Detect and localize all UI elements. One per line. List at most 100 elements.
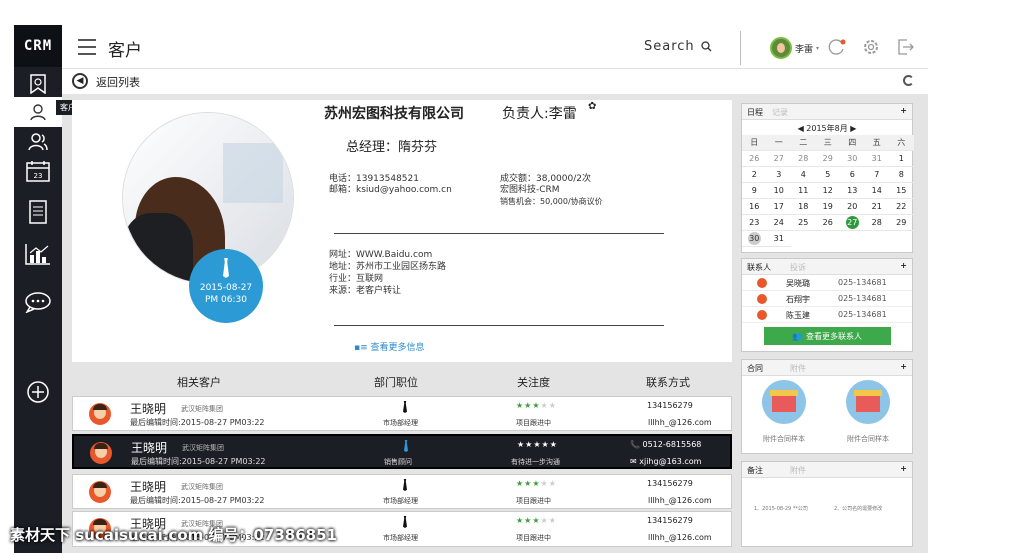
contracts-panel: 合同 附件 + 附件合同样本 附件合同样本 <box>741 359 913 454</box>
industry-info: 行业：互联网 <box>329 274 384 284</box>
calendar-day[interactable]: 5 <box>815 167 840 183</box>
menu-icon[interactable] <box>78 39 96 60</box>
calendar-day[interactable]: 31 <box>864 151 889 167</box>
tab-complaints[interactable]: 投诉 <box>790 262 806 273</box>
tab-contracts[interactable]: 合同 <box>747 363 763 374</box>
calendar-day[interactable]: 6 <box>840 167 865 183</box>
settings-icon[interactable]: ✿ <box>588 101 596 112</box>
calendar-day[interactable]: 23 <box>742 215 767 231</box>
calendar-day[interactable]: 29 <box>815 151 840 167</box>
calendar-day[interactable]: 30 <box>840 151 865 167</box>
rating-stars: ★★★★★ <box>516 516 557 525</box>
tab-records[interactable]: 记录 <box>772 107 788 118</box>
calendar-day[interactable]: 24 <box>766 215 791 231</box>
calendar-day[interactable]: 27 <box>766 151 791 167</box>
notification-icon[interactable] <box>828 38 846 56</box>
contract-file[interactable]: 附件合同样本 <box>754 380 814 444</box>
bookmark-nav-button[interactable] <box>14 69 62 99</box>
calendar-day[interactable]: 30 <box>742 231 767 247</box>
crm-logo: CRM <box>14 25 62 67</box>
calendar-day-today[interactable]: 27 <box>840 215 865 231</box>
bookmark-icon <box>30 74 46 94</box>
top-bar: 客户 Search 李雷 ▾ <box>62 25 928 69</box>
user-menu[interactable]: 李雷 ▾ <box>770 37 819 59</box>
department: 市场部经理 <box>383 419 418 427</box>
calendar-day[interactable]: 28 <box>791 151 816 167</box>
logout-icon[interactable] <box>896 38 914 56</box>
add-icon[interactable]: + <box>900 106 907 115</box>
calendar-day[interactable]: 29 <box>889 215 914 231</box>
contacts-nav-button[interactable] <box>14 127 62 157</box>
report-nav-button[interactable] <box>14 239 62 269</box>
calendar-day[interactable]: 18 <box>791 199 816 215</box>
back-to-list-link[interactable]: 返回列表 <box>96 74 140 90</box>
badge-date: 2015-08-27 <box>199 283 253 293</box>
avatar <box>757 294 767 304</box>
calendar-day[interactable]: 17 <box>766 199 791 215</box>
calendar-day[interactable]: 12 <box>815 183 840 199</box>
tab-attachments[interactable]: 附件 <box>790 465 806 476</box>
calendar-day[interactable]: 11 <box>791 183 816 199</box>
tab-contacts[interactable]: 联系人 <box>747 262 771 273</box>
refresh-icon[interactable] <box>903 75 914 86</box>
calendar-day[interactable]: 19 <box>815 199 840 215</box>
weekday: 二 <box>791 135 816 151</box>
tab-schedule[interactable]: 日程 <box>747 107 763 118</box>
gear-icon[interactable] <box>862 38 880 56</box>
calendar-day[interactable]: 15 <box>889 183 914 199</box>
search-button[interactable]: Search <box>644 39 712 54</box>
message-nav-button[interactable] <box>14 287 62 317</box>
calendar-day[interactable]: 3 <box>766 167 791 183</box>
weekday: 日 <box>742 135 767 151</box>
contact-item[interactable]: 陈玉建 025-134681 <box>742 307 912 323</box>
calendar-day[interactable]: 4 <box>791 167 816 183</box>
add-nav-button[interactable] <box>14 377 62 407</box>
tab-attachments[interactable]: 附件 <box>790 363 806 374</box>
calendar-month[interactable]: ◀ 2015年8月 ▶ <box>742 123 912 135</box>
view-more-contacts-button[interactable]: 👥 查看更多联系人 <box>763 327 891 345</box>
add-icon[interactable]: + <box>900 261 907 270</box>
calendar-day[interactable]: 26 <box>815 215 840 231</box>
calendar-day[interactable]: 14 <box>864 183 889 199</box>
customer-nav-button[interactable] <box>14 97 62 127</box>
tab-notes[interactable]: 备注 <box>747 465 763 476</box>
contact-name: 吴晓璐 <box>786 279 810 288</box>
calendar-day[interactable]: 8 <box>889 167 914 183</box>
contact-item[interactable]: 石翔宇 025-134681 <box>742 291 912 307</box>
document-nav-button[interactable] <box>14 197 62 227</box>
add-icon[interactable]: + <box>900 362 907 371</box>
table-row[interactable]: 王晓明 武汉矩阵集团 最后编辑时间:2015-08-27 PM03:22 市场部… <box>72 474 732 509</box>
calendar-day[interactable]: 7 <box>864 167 889 183</box>
contact-phone: 025-134681 <box>838 278 887 287</box>
calendar-day[interactable]: 20 <box>840 199 865 215</box>
table-row[interactable]: 王晓明 武汉矩阵集团 最后编辑时间:2015-08-27 PM03:22 销售顾… <box>72 434 732 469</box>
calendar-day[interactable]: 22 <box>889 199 914 215</box>
calendar-day[interactable]: 28 <box>864 215 889 231</box>
add-icon[interactable]: + <box>900 464 907 473</box>
sidebar: CRM 23 <box>14 25 62 553</box>
follow-status: 项目跟进中 <box>516 497 551 505</box>
calendar-day[interactable]: 2 <box>742 167 767 183</box>
calendar-day[interactable]: 10 <box>766 183 791 199</box>
contract-file[interactable]: 附件合同样本 <box>838 380 898 444</box>
table-row[interactable]: 王晓明 武汉矩阵集团 最后编辑时间:2015-08-27 PM03:22 市场部… <box>72 396 732 431</box>
calendar-day[interactable]: 21 <box>864 199 889 215</box>
button-label: 查看更多联系人 <box>805 331 862 341</box>
more-info-link[interactable]: ▪≡ 查看更多信息 <box>354 340 425 353</box>
back-arrow-icon[interactable]: ◀ <box>72 73 88 89</box>
calendar-day[interactable]: 16 <box>742 199 767 215</box>
calendar-day[interactable]: 1 <box>889 151 914 167</box>
calendar-icon: 23 <box>26 161 50 182</box>
calendar-nav-button[interactable]: 23 <box>14 156 62 186</box>
follow-status: 有待进一步沟通 <box>511 458 560 466</box>
calendar-day[interactable]: 9 <box>742 183 767 199</box>
calendar-day[interactable]: 26 <box>742 151 767 167</box>
calendar-day[interactable]: 13 <box>840 183 865 199</box>
calendar-day[interactable]: 25 <box>791 215 816 231</box>
contact-position: 总经理：隋芬芬 <box>346 140 438 155</box>
calendar-day[interactable]: 31 <box>766 231 791 247</box>
top-divider <box>740 31 741 65</box>
phone: 134156279 <box>647 516 693 525</box>
contact-item[interactable]: 吴晓璐 025-134681 <box>742 275 912 291</box>
plus-circle-icon <box>27 381 49 403</box>
